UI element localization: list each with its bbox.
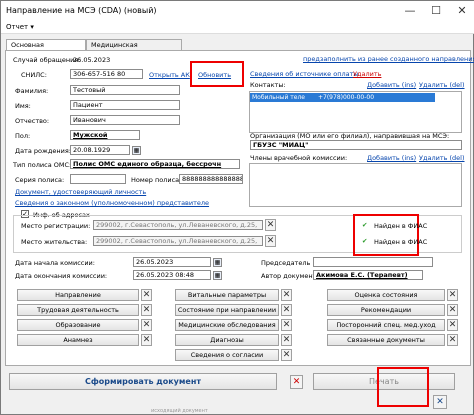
section-exams-button[interactable]: Медицинские обследования (175, 319, 279, 331)
menu-bar: Отчет ▾ (1, 21, 474, 34)
section-labor-button[interactable]: Трудовая деятельность (17, 304, 139, 316)
first-name-label: Имя: (15, 102, 31, 110)
calendar-icon[interactable]: ▦ (213, 271, 222, 280)
section-vitals-clear[interactable]: ✕ (281, 289, 292, 301)
residence-label: Место жительства: (21, 238, 88, 246)
title-bar: Направление на МСЭ (CDA) (новый) — ☐ ✕ (1, 1, 474, 21)
registration-address-input[interactable]: 299002, г.Севастополь, ул.Леваневского, … (93, 220, 263, 230)
highlight-refresh (190, 61, 244, 87)
contact-value: +7(978)000-00-00 (318, 94, 375, 101)
section-care-button[interactable]: Посторонний спец. мед.уход (327, 319, 445, 331)
contacts-grid[interactable]: Мобильный теле +7(978)000-00-00 (249, 91, 462, 133)
commission-end-input[interactable]: 26.05.2023 08:48 (133, 270, 211, 280)
close-window-button[interactable]: ✕ (449, 1, 474, 21)
members-delete-link[interactable]: Удалить (del) (419, 154, 465, 162)
policy-type-select[interactable]: Полис ОМС единого образца, бессрочн (70, 159, 240, 169)
section-education-button[interactable]: Образование (17, 319, 139, 331)
commission-end-label: Дата окончания комиссии: (15, 272, 108, 280)
residence-address-input[interactable]: 299002, г.Севастополь, ул.Леваневского, … (93, 236, 263, 246)
last-name-input[interactable]: Тестовый (70, 85, 180, 95)
open-ak-link[interactable]: Открыть АК (149, 71, 190, 79)
members-add-link[interactable]: Добавить (ins) (367, 154, 416, 162)
legal-representative-link[interactable]: Сведения о законном (уполномоченном) пре… (15, 199, 209, 207)
section-labor-clear[interactable]: ✕ (141, 304, 152, 316)
section-care-clear[interactable]: ✕ (447, 319, 458, 331)
org-input[interactable]: ГБУЗС "МИАЦ" (250, 140, 462, 150)
last-name-label: Фамилия: (15, 87, 49, 95)
section-anamnesis-button[interactable]: Анамнез (17, 334, 139, 346)
commission-members-label: Члены врачебной комиссии: (250, 154, 348, 162)
cancel-icon[interactable]: ✕ (290, 375, 303, 389)
highlight-print (377, 367, 429, 407)
section-assessment-button[interactable]: Оценка состояния (327, 289, 445, 301)
calendar-icon[interactable]: ▦ (132, 146, 141, 155)
section-recommendations-clear[interactable]: ✕ (447, 304, 458, 316)
case-date-label: Случай обращения: (13, 56, 81, 64)
id-document-link[interactable]: Документ, удостоверяющий личность (15, 188, 146, 196)
commission-start-input[interactable]: 26.05.2023 (133, 257, 211, 267)
chair-input[interactable] (313, 257, 433, 267)
section-consent-clear[interactable]: ✕ (281, 349, 292, 361)
section-referral-button[interactable]: Направление (17, 289, 139, 301)
policy-number-input[interactable]: 8888888888888888 (179, 174, 243, 184)
residence-clear-button[interactable]: ✕ (265, 235, 276, 247)
section-recommendations-button[interactable]: Рекомендации (327, 304, 445, 316)
author-input[interactable]: Акимова Е.С. (Терапевт) (313, 270, 423, 280)
sex-label: Пол: (15, 132, 31, 140)
section-vitals-button[interactable]: Витальные параметры (175, 289, 279, 301)
policy-series-input[interactable] (70, 174, 126, 184)
commission-start-label: Дата начала комиссии: (15, 259, 95, 267)
section-anamnesis-clear[interactable]: ✕ (141, 334, 152, 346)
contacts-delete-link[interactable]: Удалить (del) (419, 81, 465, 89)
patronymic-input[interactable]: Иванович (70, 115, 180, 125)
fias-status-registration: Найден в ФИАС (374, 222, 428, 230)
section-diagnoses-clear[interactable]: ✕ (281, 334, 292, 346)
generate-document-button[interactable]: Сформировать документ (9, 373, 277, 390)
contact-type: Мобильный теле (252, 94, 305, 101)
section-related-docs-clear[interactable]: ✕ (447, 334, 458, 346)
section-diagnoses-button[interactable]: Диагнозы (175, 334, 279, 346)
first-name-input[interactable]: Пациент (70, 100, 180, 110)
commission-members-grid[interactable] (249, 163, 462, 207)
birth-date-input[interactable]: 20.08.1929 (70, 145, 130, 155)
window-title: Направление на МСЭ (CDA) (новый) (6, 6, 157, 15)
contacts-label: Контакты: (250, 81, 286, 89)
calendar-icon[interactable]: ▦ (213, 258, 222, 267)
section-consent-button[interactable]: Сведения о согласии (175, 349, 279, 361)
sex-select[interactable]: Мужской (70, 130, 140, 140)
birth-date-label: Дата рождения: (15, 147, 71, 155)
section-assessment-clear[interactable]: ✕ (447, 289, 458, 301)
check-icon: ✔ (362, 237, 368, 245)
section-referral-clear[interactable]: ✕ (141, 289, 152, 301)
section-education-clear[interactable]: ✕ (141, 319, 152, 331)
section-exams-clear[interactable]: ✕ (281, 319, 292, 331)
contacts-add-link[interactable]: Добавить (ins) (367, 81, 416, 89)
patronymic-label: Отчество: (15, 117, 50, 125)
policy-number-label: Номер полиса: (131, 176, 182, 184)
referral-window: Направление на МСЭ (CDA) (новый) — ☐ ✕ О… (0, 0, 474, 415)
org-label: Организация (МО или его филиал), направи… (250, 132, 450, 140)
snils-input[interactable]: 306-657-516 80 (70, 69, 143, 79)
snils-label: СНИЛС: (21, 71, 47, 79)
close-icon[interactable]: ✕ (433, 395, 447, 409)
registration-clear-button[interactable]: ✕ (265, 219, 276, 231)
case-date-value: 26.05.2023 (73, 56, 111, 64)
menu-report[interactable]: Отчет ▾ (6, 23, 34, 31)
minimize-button[interactable]: — (397, 1, 423, 21)
policy-series-label: Серия полиса: (15, 176, 65, 184)
payer-source-delete-link[interactable]: Удалить (353, 70, 381, 78)
section-condition-clear[interactable]: ✕ (281, 304, 292, 316)
fias-status-residence: Найден в ФИАС (374, 238, 428, 246)
payer-source-link[interactable]: Сведения об источнике оплаты (250, 70, 359, 78)
maximize-button[interactable]: ☐ (423, 1, 449, 21)
status-text: исходящий документ (151, 408, 208, 414)
contact-row[interactable]: Мобильный теле +7(978)000-00-00 (250, 93, 435, 102)
registration-label: Место регистрации: (21, 222, 91, 230)
section-condition-button[interactable]: Состояние при направлении (175, 304, 279, 316)
check-icon: ✔ (362, 221, 368, 229)
prefill-previous-link[interactable]: предзаполнить из ранее созданного направ… (303, 55, 474, 63)
policy-type-label: Тип полиса ОМС: (13, 161, 72, 169)
section-related-docs-button[interactable]: Связанные документы (327, 334, 445, 346)
